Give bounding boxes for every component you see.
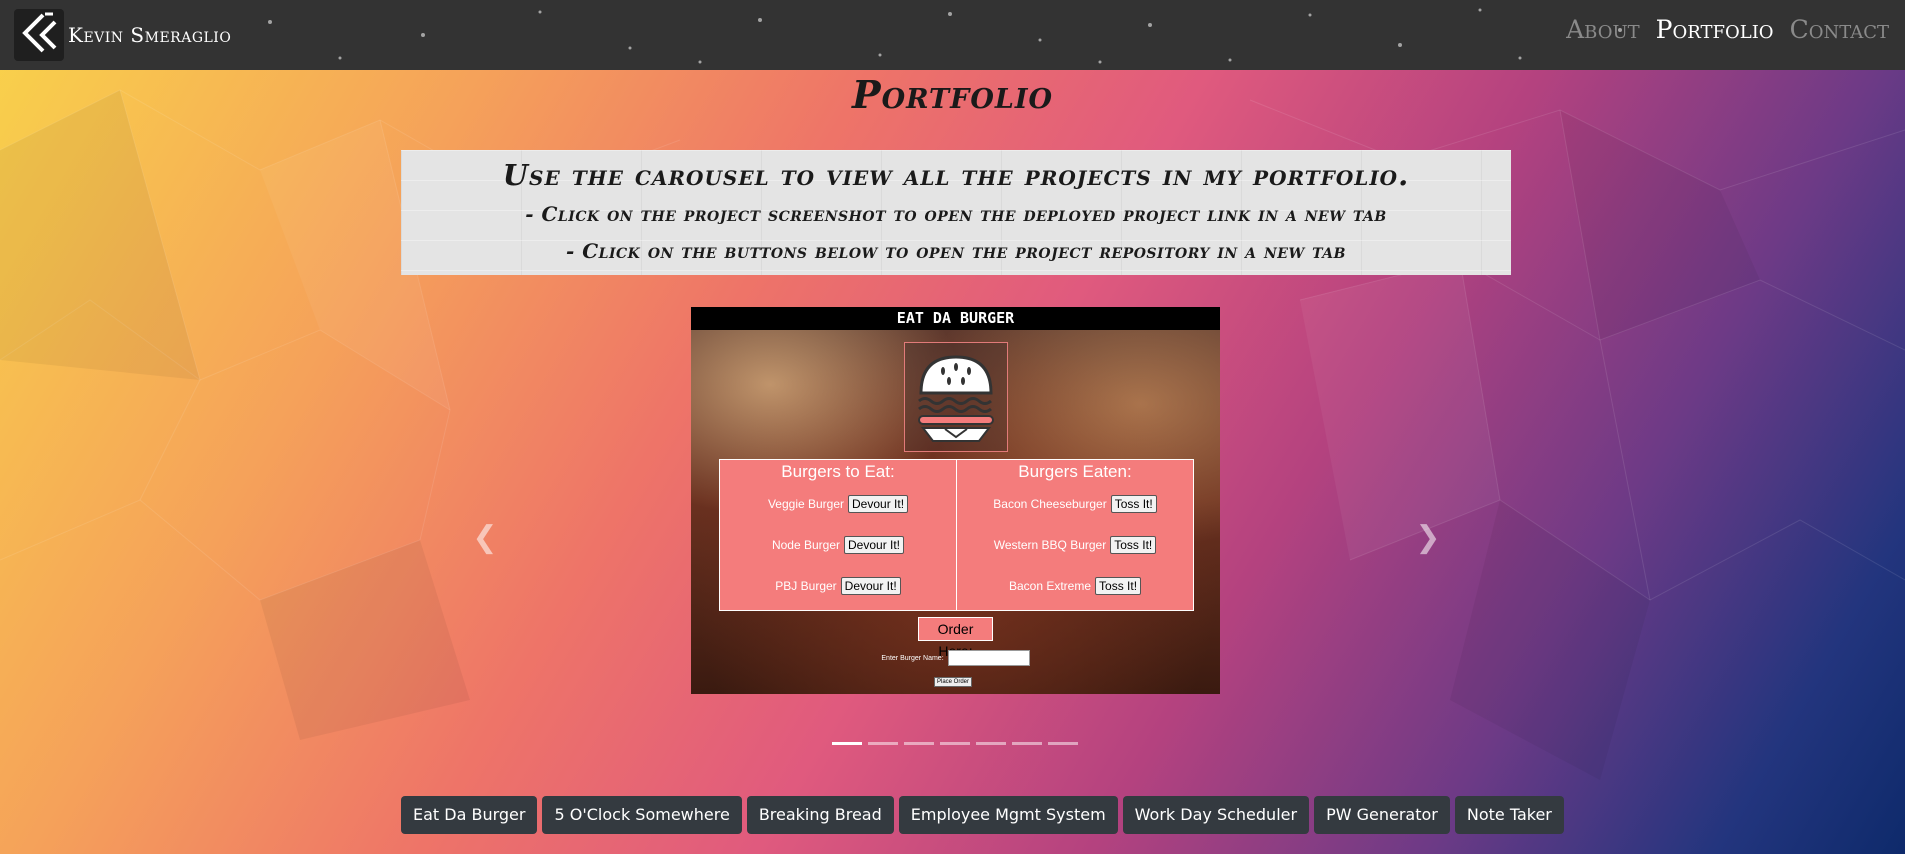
carousel-indicator-2[interactable] [868, 742, 898, 745]
project-repo-buttons: Eat Da Burger 5 O'Clock Somewhere Breaki… [401, 796, 1564, 834]
burgers-eaten-panel: Burgers Eaten: Bacon Cheeseburger Toss I… [956, 459, 1194, 611]
burger-name: Node Burger [771, 537, 840, 552]
devour-button: Devour It! [844, 535, 905, 554]
list-item: Bacon Extreme Toss It! [957, 565, 1193, 606]
brand[interactable]: Kevin Smeraglio [14, 4, 231, 66]
place-order-button: Place Order [934, 677, 973, 687]
info-line-buttons: - Click on the buttons below to open the… [565, 239, 1347, 263]
burger-name: Western BBQ Burger [993, 537, 1107, 552]
project-button-work-day-scheduler[interactable]: Work Day Scheduler [1122, 796, 1310, 834]
burger-name: Bacon Cheeseburger [993, 496, 1107, 511]
list-item: Western BBQ Burger Toss It! [957, 524, 1193, 565]
info-box: Use the carousel to view all the project… [401, 150, 1511, 275]
burger-name-input [947, 650, 1030, 666]
project-button-employee-mgmt-system[interactable]: Employee Mgmt System [898, 796, 1118, 834]
toss-button: Toss It! [1110, 494, 1157, 513]
navbar: Kevin Smeraglio About Portfolio Contact [0, 0, 1905, 70]
info-main-text: Use the carousel to view all the project… [502, 158, 1410, 192]
project-button-note-taker[interactable]: Note Taker [1454, 796, 1564, 834]
logo-icon[interactable] [14, 9, 64, 61]
list-item: Bacon Cheeseburger Toss It! [957, 483, 1193, 524]
carousel-indicator-4[interactable] [940, 742, 970, 745]
carousel-indicator-3[interactable] [904, 742, 934, 745]
info-line-screenshot: - Click on the project screenshot to ope… [525, 202, 1387, 226]
carousel-next-chevron-icon[interactable]: ❯ [1408, 518, 1448, 558]
carousel-indicator-6[interactable] [1012, 742, 1042, 745]
toss-button: Toss It! [1110, 535, 1157, 554]
burgers-to-eat-panel: Burgers to Eat: Veggie Burger Devour It!… [719, 459, 957, 611]
list-item: Node Burger Devour It! [720, 524, 956, 565]
devour-button: Devour It! [848, 494, 909, 513]
nav-links: About Portfolio Contact [1566, 12, 1889, 48]
carousel-slide-screenshot[interactable]: EAT DA BURGER Burgers to Eat: Veggie Bur… [691, 307, 1220, 694]
toss-button: Toss It! [1095, 576, 1142, 595]
page-title: Portfolio [852, 72, 1053, 117]
project-button-eat-da-burger[interactable]: Eat Da Burger [401, 796, 538, 834]
burger-name: PBJ Burger [775, 578, 837, 593]
slide-header: EAT DA BURGER [691, 307, 1220, 330]
brand-name[interactable]: Kevin Smeraglio [68, 23, 231, 47]
burger-name: Veggie Burger [767, 496, 845, 511]
nav-link-portfolio[interactable]: Portfolio [1656, 12, 1774, 48]
list-item: PBJ Burger Devour It! [720, 565, 956, 606]
devour-button: Devour It! [840, 576, 901, 595]
order-form: Enter Burger Name: [691, 650, 1220, 666]
burger-name: Bacon Extreme [1008, 578, 1092, 593]
project-button-breaking-bread[interactable]: Breaking Bread [746, 796, 894, 834]
burgers-to-eat-title: Burgers to Eat: [781, 462, 895, 481]
nav-link-about[interactable]: About [1566, 12, 1640, 48]
carousel-prev-chevron-icon[interactable]: ❮ [465, 518, 505, 558]
nav-link-contact[interactable]: Contact [1790, 12, 1889, 48]
carousel-indicator-7[interactable] [1048, 742, 1078, 745]
order-here-label: Order Here: [918, 617, 993, 659]
burger-logo-icon [904, 342, 1008, 452]
list-item: Veggie Burger Devour It! [720, 483, 956, 524]
project-button-pw-generator[interactable]: PW Generator [1314, 796, 1450, 834]
carousel-indicator-5[interactable] [976, 742, 1006, 745]
burgers-eaten-title: Burgers Eaten: [1018, 462, 1132, 481]
project-button-5-oclock-somewhere[interactable]: 5 O'Clock Somewhere [542, 796, 742, 834]
carousel-indicator-1[interactable] [832, 742, 862, 745]
enter-burger-label: Enter Burger Name: [881, 654, 944, 662]
carousel-indicators [832, 742, 1078, 745]
